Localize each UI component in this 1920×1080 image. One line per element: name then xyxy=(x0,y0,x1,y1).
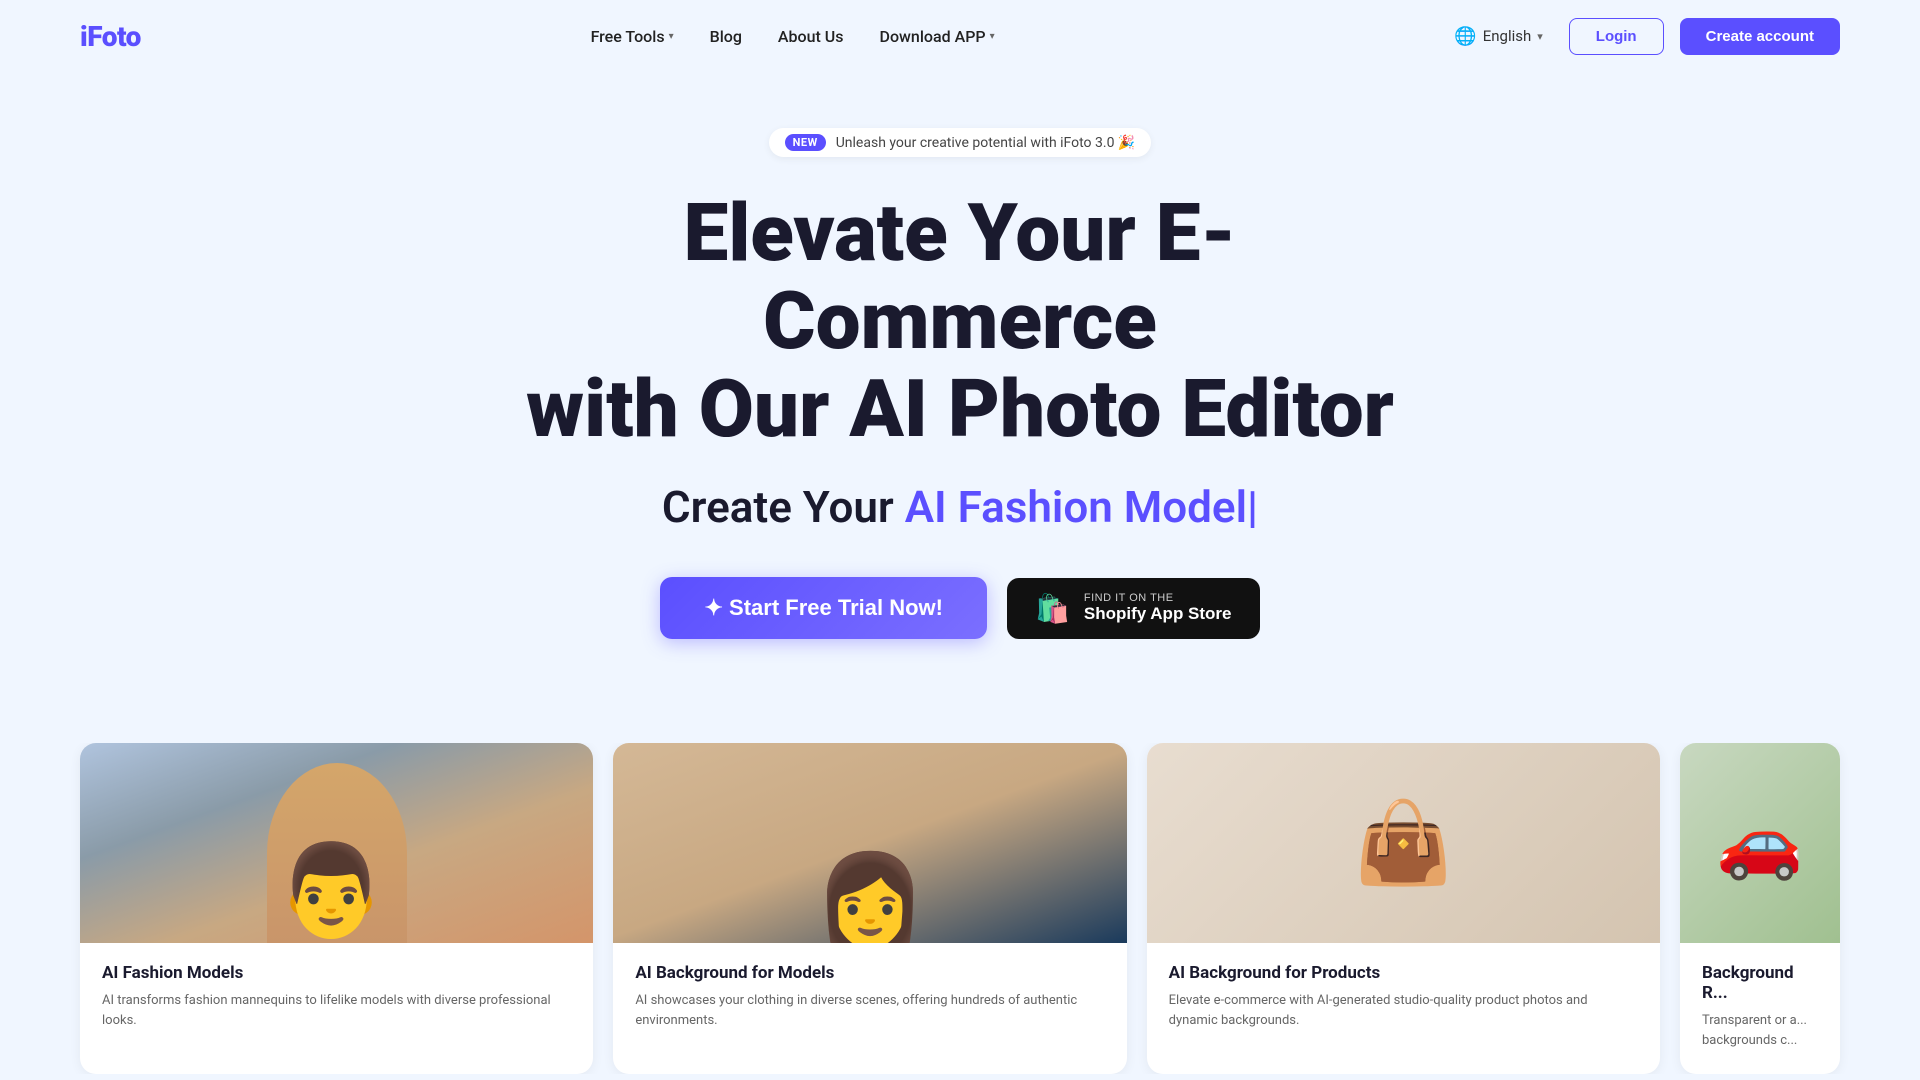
shopify-bottom-label: Shopify App Store xyxy=(1084,604,1232,624)
card-title: AI Fashion Models xyxy=(102,963,571,983)
navbar: iFoto Free Tools ▾ Blog About Us Downloa… xyxy=(0,0,1920,72)
card-bg-car[interactable]: 🚗 Background R... Transparent or a... ba… xyxy=(1680,743,1840,1074)
card-image-bg-car: 🚗 xyxy=(1680,743,1840,943)
card-desc: Elevate e-commerce with AI-generated stu… xyxy=(1169,991,1638,1030)
nav-item-download[interactable]: Download APP ▾ xyxy=(880,27,995,46)
card-image-bg-product: 👜 xyxy=(1147,743,1660,943)
card-title: AI Background for Models xyxy=(635,963,1104,983)
card-title: Background R... xyxy=(1702,963,1818,1003)
language-selector[interactable]: 🌐 English ▾ xyxy=(1444,20,1552,53)
shopify-button[interactable]: 🛍️ FIND IT ON THE Shopify App Store xyxy=(1007,578,1260,639)
nav-item-about[interactable]: About Us xyxy=(778,27,844,46)
hero-section: NEW Unleash your creative potential with… xyxy=(0,72,1920,743)
card-desc: Transparent or a... backgrounds c... xyxy=(1702,1011,1818,1050)
shopify-top-label: FIND IT ON THE xyxy=(1084,592,1174,604)
card-desc: AI transforms fashion mannequins to life… xyxy=(102,991,571,1030)
badge-new-label: NEW xyxy=(785,134,826,151)
nav-item-free-tools[interactable]: Free Tools ▾ xyxy=(591,27,674,46)
cards-row: AI Fashion Models AI transforms fashion … xyxy=(80,743,1840,1074)
card-image-fashion xyxy=(80,743,593,943)
badge-text: Unleash your creative potential with iFo… xyxy=(836,135,1136,151)
logo[interactable]: iFoto xyxy=(80,20,141,53)
card-bg-products[interactable]: 👜 AI Background for Products Elevate e-c… xyxy=(1147,743,1660,1074)
globe-icon: 🌐 xyxy=(1454,26,1476,47)
create-account-button[interactable]: Create account xyxy=(1680,18,1840,55)
card-desc: AI showcases your clothing in diverse sc… xyxy=(635,991,1104,1030)
cursor: | xyxy=(1247,481,1258,533)
hero-cta: ✦ Start Free Trial Now! 🛍️ FIND IT ON TH… xyxy=(660,577,1259,639)
card-fashion-models[interactable]: AI Fashion Models AI transforms fashion … xyxy=(80,743,593,1074)
hero-title: Elevate Your E-Commerce with Our AI Phot… xyxy=(510,189,1410,453)
card-image-bg-model xyxy=(613,743,1126,943)
chevron-down-icon: ▾ xyxy=(1537,30,1543,43)
hero-subtitle: Create Your AI Fashion Model| xyxy=(662,481,1258,533)
nav-item-blog[interactable]: Blog xyxy=(710,27,742,46)
login-button[interactable]: Login xyxy=(1569,18,1664,55)
cards-section: AI Fashion Models AI transforms fashion … xyxy=(0,743,1920,1074)
hero-subtitle-dynamic: AI Fashion Model xyxy=(905,481,1247,533)
card-bg-models[interactable]: AI Background for Models AI showcases yo… xyxy=(613,743,1126,1074)
nav-right: 🌐 English ▾ Login Create account xyxy=(1444,18,1840,55)
start-trial-button[interactable]: ✦ Start Free Trial Now! xyxy=(660,577,987,639)
hero-badge: NEW Unleash your creative potential with… xyxy=(769,128,1152,157)
chevron-down-icon: ▾ xyxy=(990,31,995,42)
nav-links: Free Tools ▾ Blog About Us Download APP … xyxy=(591,27,995,46)
chevron-down-icon: ▾ xyxy=(669,31,674,42)
shopify-icon: 🛍️ xyxy=(1035,592,1070,625)
card-title: AI Background for Products xyxy=(1169,963,1638,983)
